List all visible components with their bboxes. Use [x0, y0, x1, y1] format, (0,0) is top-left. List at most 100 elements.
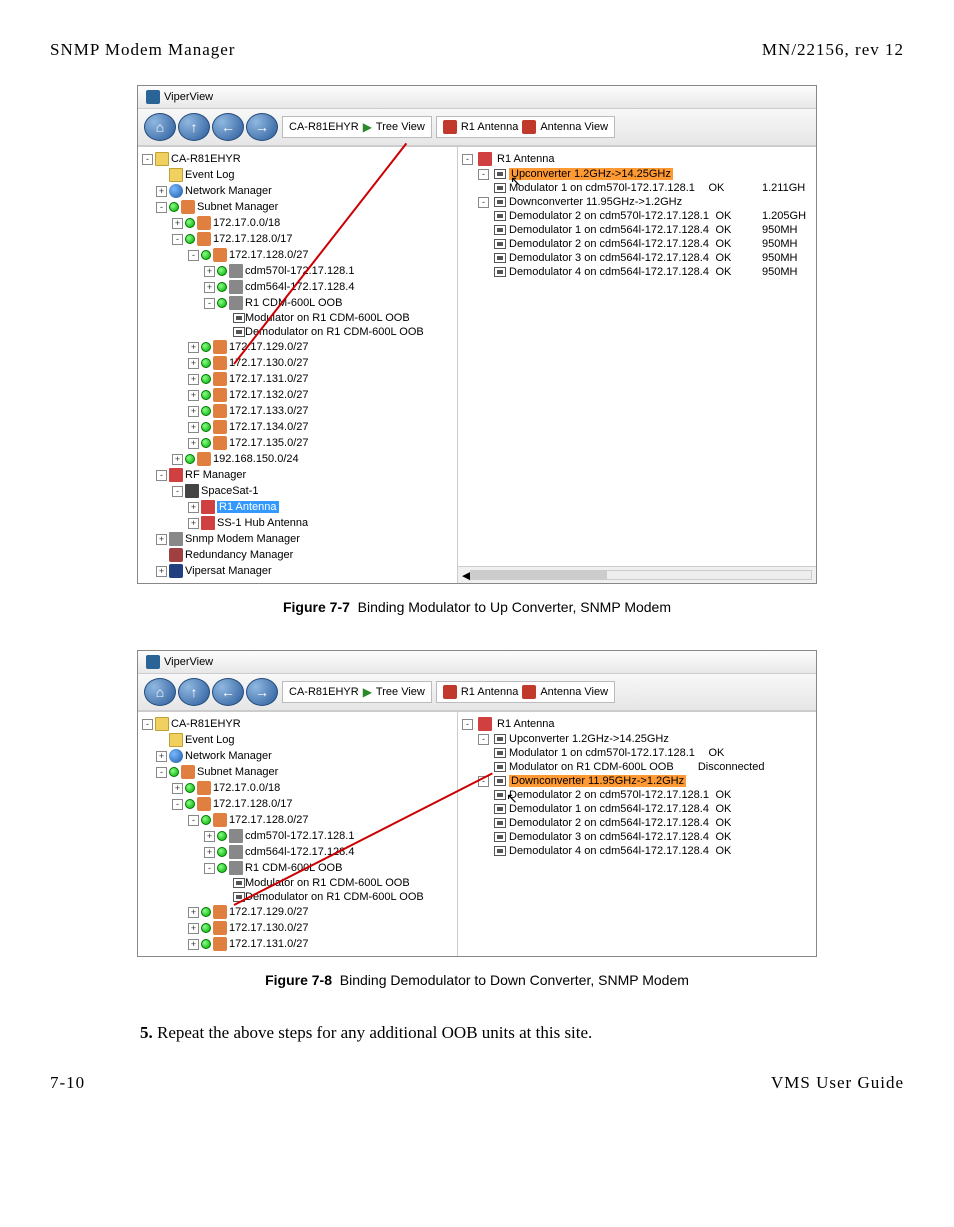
tree-toggle[interactable]: + — [188, 422, 199, 433]
tree-toggle[interactable]: - — [142, 719, 153, 730]
breadcrumb-2[interactable]: R1 Antenna Antenna View — [436, 681, 615, 703]
tree-toggle[interactable]: + — [188, 406, 199, 417]
tree-node[interactable]: Demodulator on R1 CDM-600L OOB — [138, 325, 457, 339]
tree-node[interactable]: Modulator on R1 CDM-600L OOB — [138, 876, 457, 890]
scroll-thumb[interactable] — [471, 571, 607, 579]
tree-toggle[interactable]: + — [156, 751, 167, 762]
forward-button[interactable]: → — [246, 113, 278, 141]
right-tree-row[interactable]: Demodulator 2 on cdm570l-172.17.128.1OK1… — [462, 209, 812, 223]
tree-toggle[interactable]: + — [172, 783, 183, 794]
tree-toggle[interactable]: + — [204, 282, 215, 293]
tree-node[interactable]: +cdm570l-172.17.128.1 — [138, 828, 457, 844]
tree-node[interactable]: +172.17.129.0/27 — [138, 339, 457, 355]
tree-node[interactable]: +172.17.130.0/27 — [138, 355, 457, 371]
tree-toggle[interactable]: - — [462, 719, 473, 730]
tree-toggle[interactable]: + — [172, 218, 183, 229]
tree-toggle[interactable]: - — [156, 470, 167, 481]
tree-node[interactable]: +SS-1 Hub Antenna — [138, 515, 457, 531]
tree-toggle[interactable]: + — [188, 390, 199, 401]
horizontal-scrollbar[interactable]: ◀ — [458, 566, 816, 583]
right-tree-row[interactable]: Demodulator 4 on cdm564l-172.17.128.4OK — [462, 844, 812, 858]
tree-node[interactable]: -Subnet Manager — [138, 199, 457, 215]
right-tree-row[interactable]: -Upconverter 1.2GHz->14.25GHz — [462, 732, 812, 746]
right-tree-row[interactable]: -Downconverter 11.95GHz->1.2GHz — [462, 774, 812, 788]
tree-node[interactable]: -Subnet Manager — [138, 764, 457, 780]
scroll-left-icon[interactable]: ◀ — [462, 569, 470, 582]
right-panel[interactable]: -R1 Antenna-Upconverter 1.2GHz->14.25GHz… — [458, 147, 816, 583]
right-tree-row[interactable]: -Downconverter 11.95GHz->1.2GHz — [462, 195, 812, 209]
tree-node[interactable]: +cdm564l-172.17.128.4 — [138, 844, 457, 860]
tree-node[interactable]: -R1 CDM-600L OOB — [138, 295, 457, 311]
tree-node[interactable]: -172.17.128.0/17 — [138, 231, 457, 247]
tree-toggle[interactable]: + — [188, 358, 199, 369]
tree-node[interactable]: Event Log — [138, 167, 457, 183]
tree-node[interactable]: -CA-R81EHYR — [138, 716, 457, 732]
tree-node[interactable]: -172.17.128.0/17 — [138, 796, 457, 812]
tree-toggle[interactable]: - — [172, 799, 183, 810]
tree-toggle[interactable]: - — [142, 154, 153, 165]
tree-node[interactable]: +172.17.131.0/27 — [138, 371, 457, 387]
tree-node[interactable]: -CA-R81EHYR — [138, 151, 457, 167]
breadcrumb-1[interactable]: CA-R81EHYR ▶ Tree View — [282, 116, 432, 138]
tree-toggle[interactable]: - — [188, 250, 199, 261]
tree-node[interactable]: +172.17.131.0/27 — [138, 936, 457, 952]
home-button[interactable]: ⌂ — [144, 678, 176, 706]
up-button[interactable]: ↑ — [178, 113, 210, 141]
tree-toggle[interactable]: - — [478, 169, 489, 180]
right-tree-row[interactable]: Demodulator 3 on cdm564l-172.17.128.4OK — [462, 830, 812, 844]
right-tree-row[interactable]: -R1 Antenna — [462, 716, 812, 732]
tree-toggle[interactable]: - — [156, 202, 167, 213]
right-tree-row[interactable]: Modulator on R1 CDM-600L OOBDisconnected — [462, 760, 812, 774]
breadcrumb-1[interactable]: CA-R81EHYR ▶ Tree View — [282, 681, 432, 703]
tree-node[interactable]: Modulator on R1 CDM-600L OOB — [138, 311, 457, 325]
forward-button[interactable]: → — [246, 678, 278, 706]
tree-toggle[interactable]: - — [172, 234, 183, 245]
scroll-track[interactable] — [470, 570, 812, 580]
tree-node[interactable]: +172.17.130.0/27 — [138, 920, 457, 936]
tree-toggle[interactable]: - — [478, 197, 489, 208]
tree-node[interactable]: +Vipersat Manager — [138, 563, 457, 579]
tree-toggle[interactable]: + — [188, 374, 199, 385]
right-tree-row[interactable]: Modulator 1 on cdm570l-172.17.128.1OK — [462, 746, 812, 760]
tree-toggle[interactable]: + — [156, 534, 167, 545]
home-button[interactable]: ⌂ — [144, 113, 176, 141]
up-button[interactable]: ↑ — [178, 678, 210, 706]
tree-node[interactable]: Demodulator on R1 CDM-600L OOB — [138, 890, 457, 904]
tree-toggle[interactable]: + — [156, 566, 167, 577]
tree-node[interactable]: -172.17.128.0/27 — [138, 247, 457, 263]
right-panel[interactable]: -R1 Antenna-Upconverter 1.2GHz->14.25GHz… — [458, 712, 816, 956]
tree-node[interactable]: -RF Manager — [138, 467, 457, 483]
left-tree-panel[interactable]: -CA-R81EHYREvent Log+Network Manager-Sub… — [138, 147, 458, 583]
tree-toggle[interactable]: + — [188, 342, 199, 353]
right-tree-row[interactable]: -R1 Antenna — [462, 151, 812, 167]
tree-toggle[interactable]: - — [188, 815, 199, 826]
right-tree-row[interactable]: Demodulator 2 on cdm564l-172.17.128.4OK — [462, 816, 812, 830]
tree-node[interactable]: -SpaceSat-1 — [138, 483, 457, 499]
right-tree-row[interactable]: Demodulator 1 on cdm564l-172.17.128.4OK9… — [462, 223, 812, 237]
tree-node[interactable]: +172.17.134.0/27 — [138, 419, 457, 435]
tree-toggle[interactable]: - — [156, 767, 167, 778]
tree-toggle[interactable]: + — [188, 502, 199, 513]
tree-toggle[interactable]: + — [188, 438, 199, 449]
left-tree-panel[interactable]: -CA-R81EHYREvent Log+Network Manager-Sub… — [138, 712, 458, 956]
breadcrumb-2[interactable]: R1 Antenna Antenna View — [436, 116, 615, 138]
right-tree-row[interactable]: Demodulator 3 on cdm564l-172.17.128.4OK9… — [462, 251, 812, 265]
tree-toggle[interactable]: + — [204, 266, 215, 277]
tree-node[interactable]: +Network Manager — [138, 183, 457, 199]
tree-toggle[interactable]: - — [204, 863, 215, 874]
tree-node[interactable]: +192.168.150.0/24 — [138, 451, 457, 467]
tree-toggle[interactable]: + — [188, 923, 199, 934]
tree-toggle[interactable]: + — [204, 847, 215, 858]
window-titlebar[interactable]: ViperView — [138, 86, 816, 109]
tree-node[interactable]: +Network Manager — [138, 748, 457, 764]
tree-toggle[interactable]: - — [172, 486, 183, 497]
tree-toggle[interactable]: - — [204, 298, 215, 309]
tree-node[interactable]: +172.17.132.0/27 — [138, 387, 457, 403]
tree-toggle[interactable]: + — [204, 831, 215, 842]
tree-node[interactable]: +172.17.129.0/27 — [138, 904, 457, 920]
tree-node[interactable]: Redundancy Manager — [138, 547, 457, 563]
tree-toggle[interactable]: + — [172, 454, 183, 465]
tree-node[interactable]: +172.17.0.0/18 — [138, 215, 457, 231]
tree-node[interactable]: +R1 Antenna — [138, 499, 457, 515]
back-button[interactable]: ← — [212, 678, 244, 706]
